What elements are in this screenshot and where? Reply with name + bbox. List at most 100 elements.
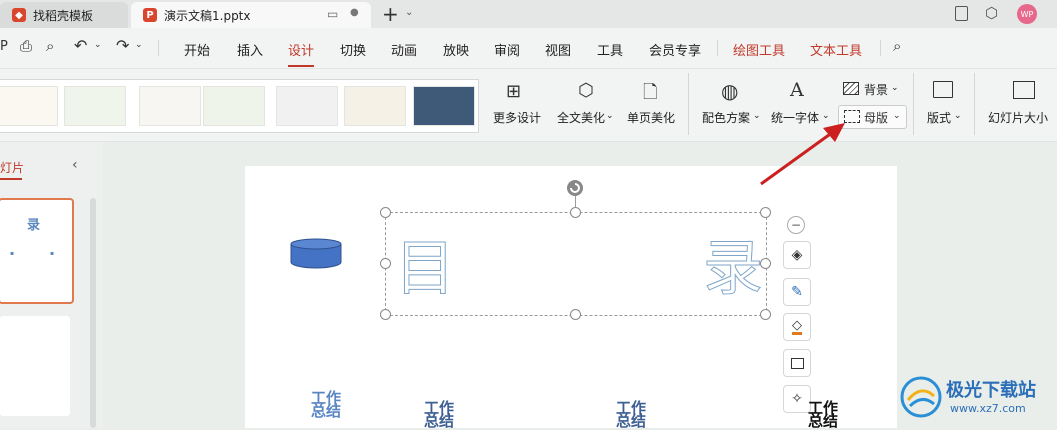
divider [688, 73, 689, 135]
title-char-right: 录 [703, 234, 764, 305]
active-tab-underline [0, 178, 22, 180]
palette-icon: ◍ [721, 79, 739, 103]
slides-tab[interactable]: 灯片 [0, 159, 24, 176]
divider [158, 40, 159, 56]
menu-view[interactable]: 视图 [545, 40, 571, 59]
thumb-mark: ▪ [50, 250, 55, 257]
slide-thumbnail-1[interactable]: 录 ▪ ▪ [0, 198, 74, 304]
menu-start[interactable]: 开始 [184, 40, 210, 59]
avatar[interactable]: WP [1017, 4, 1037, 24]
layout-icon [933, 81, 953, 98]
menu-insert[interactable]: 插入 [237, 40, 263, 59]
menu-tools[interactable]: 工具 [597, 40, 623, 59]
rotate-handle-icon[interactable] [565, 178, 585, 198]
chevron-down-icon[interactable]: ⌄ [405, 7, 413, 18]
resize-handle[interactable] [380, 309, 391, 320]
redo-icon[interactable]: ↷ [116, 36, 129, 55]
template-thumb[interactable] [276, 86, 338, 126]
slide-size-icon [1013, 81, 1035, 99]
cube-icon[interactable]: ⬡ [985, 4, 998, 22]
tab-template-label: 找稻壳模板 [33, 8, 94, 23]
print-preview-icon[interactable]: ⌕ [46, 37, 54, 55]
menu-animation[interactable]: 动画 [391, 40, 417, 59]
full-beautify-button[interactable]: 全文美化 [557, 109, 605, 126]
menu-design[interactable]: 设计 [288, 40, 314, 59]
watermark-brand: 极光下载站 [946, 380, 1036, 401]
undo-dropdown-icon[interactable]: ⌄ [94, 40, 102, 50]
chevron-down-icon[interactable]: ⌄ [891, 83, 899, 93]
redo-dropdown-icon[interactable]: ⌄ [135, 40, 143, 50]
template-thumb[interactable] [64, 86, 126, 126]
unsaved-dot-icon[interactable]: ● [350, 7, 359, 18]
layout-button[interactable]: 版式 [927, 109, 951, 126]
menu-member[interactable]: 会员专享 [649, 40, 701, 59]
layers-icon[interactable]: ◈ [783, 241, 811, 269]
divider [974, 73, 975, 135]
thumb-title: 录 [27, 218, 41, 233]
collapse-panel-icon[interactable]: ‹ [72, 157, 78, 173]
slide-size-button[interactable]: 幻灯片大小 [988, 109, 1048, 126]
tab-document[interactable]: P 演示文稿1.pptx ▭ ● [131, 2, 371, 28]
menu-transition[interactable]: 切换 [340, 40, 366, 59]
template-thumb[interactable] [413, 86, 475, 126]
menu-slideshow[interactable]: 放映 [443, 40, 469, 59]
more-design-button[interactable]: 更多设计 [493, 109, 541, 126]
watermark: 极光下载站 www.xz7.com [900, 372, 1050, 424]
outline-icon[interactable] [783, 349, 811, 377]
tab-template[interactable]: ◆ 找稻壳模板 [0, 2, 128, 28]
resize-handle[interactable] [380, 207, 391, 218]
cylinder-shape[interactable] [290, 238, 342, 270]
background-button[interactable]: 背景 [864, 81, 888, 98]
chevron-down-icon[interactable]: ⌄ [954, 111, 962, 121]
work-summary-text[interactable]: 工作总结 [422, 401, 456, 429]
print-icon[interactable]: ⎙ [20, 37, 32, 55]
resize-handle[interactable] [570, 309, 581, 320]
resize-handle[interactable] [760, 207, 771, 218]
master-label: 母版 [864, 111, 889, 125]
collapse-toolbar-icon[interactable]: − [787, 216, 805, 234]
docer-logo-icon: ◆ [12, 8, 26, 22]
page-beautify-button[interactable]: 单页美化 [627, 109, 675, 126]
tab-document-label: 演示文稿1.pptx [164, 8, 251, 23]
chevron-down-icon[interactable]: ⌄ [606, 111, 614, 121]
work-summary-text[interactable]: 工作总结 [806, 401, 840, 429]
work-summary-text[interactable]: 工作总结 [309, 391, 343, 419]
resize-handle[interactable] [760, 309, 771, 320]
slide-panel: 灯片 ‹ 录 ▪ ▪ [0, 142, 103, 428]
divider [880, 40, 881, 56]
resize-handle[interactable] [380, 258, 391, 269]
template-thumb[interactable] [0, 86, 58, 126]
font-icon: A [790, 79, 804, 101]
menu-review[interactable]: 审阅 [494, 40, 520, 59]
ppt-logo-icon: P [143, 8, 157, 22]
page-sparkle-icon: 🗋 [643, 82, 658, 103]
template-thumb[interactable] [344, 86, 406, 126]
partial-icon[interactable]: P [0, 39, 8, 54]
work-summary-text[interactable]: 工作总结 [614, 401, 648, 429]
ribbon: ⊞ 更多设计 ⬡ 全文美化 ⌄ 🗋 单页美化 ◍ 配色方案 ⌄ A 统一字体 ⌄… [0, 69, 1057, 142]
pen-icon[interactable]: ✎ [783, 278, 811, 306]
background-icon [843, 82, 859, 95]
color-scheme-button[interactable]: 配色方案 [702, 109, 750, 126]
fill-color-icon[interactable]: ◇ [783, 313, 811, 341]
panel-icon[interactable] [955, 6, 968, 21]
panel-scrollbar[interactable] [90, 198, 96, 428]
thumb-mark: ▪ [10, 250, 15, 257]
undo-icon[interactable]: ↶ [74, 36, 87, 55]
slide-thumbnail-2[interactable] [0, 316, 70, 416]
menu-drawing-tools[interactable]: 绘图工具 [733, 40, 785, 59]
menu-text-tools[interactable]: 文本工具 [810, 40, 862, 59]
chevron-down-icon: ⌄ [893, 111, 901, 121]
design-template-gallery [0, 79, 479, 133]
new-tab-icon[interactable]: + [382, 2, 399, 26]
menu-bar: P ⎙ ⌕ ↶ ⌄ ↷ ⌄ 开始 插入 设计 切换 动画 放映 审阅 视图 工具… [0, 28, 1057, 69]
search-icon[interactable]: ⌕ [893, 37, 901, 55]
template-thumb[interactable] [203, 86, 265, 126]
template-thumb[interactable] [139, 86, 201, 126]
resize-handle[interactable] [570, 207, 581, 218]
title-bar: ◆ 找稻壳模板 P 演示文稿1.pptx ▭ ● + ⌄ ⬡ WP [0, 0, 1057, 28]
title-char-left: 目 [395, 234, 456, 305]
window-mode-icon[interactable]: ▭ [327, 7, 338, 21]
annotation-arrow [760, 123, 845, 186]
watermark-logo-icon [900, 376, 942, 418]
